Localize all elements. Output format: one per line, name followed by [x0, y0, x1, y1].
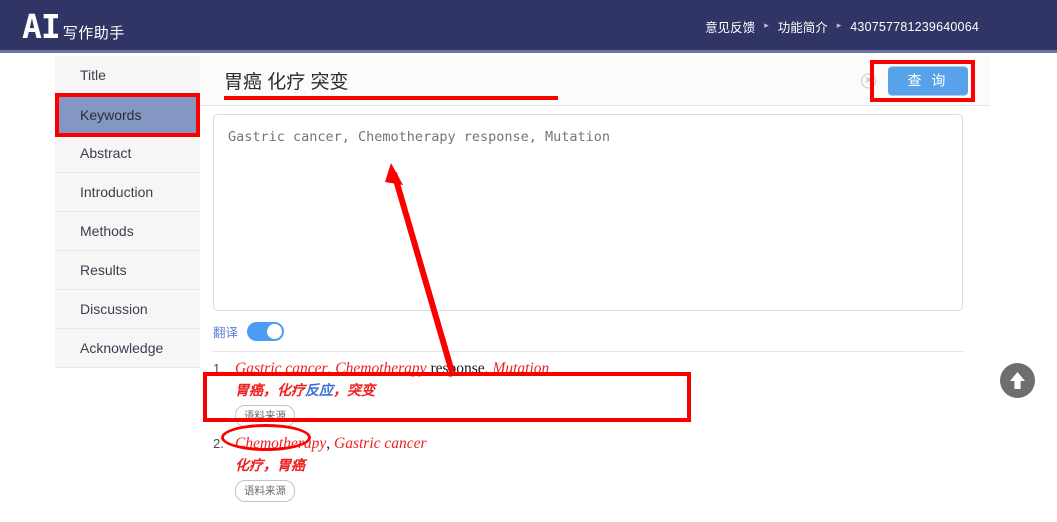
app-root: AI 写作助手 意见反馈 ▸ 功能简介 ▸ 430757781239640064…: [0, 0, 1057, 522]
sidebar-item-title[interactable]: Title: [55, 56, 200, 95]
result-term-highlight: Chemotherapy: [235, 435, 327, 452]
sidebar-item-label: Keywords: [80, 106, 142, 123]
query-button[interactable]: 查 询: [888, 66, 968, 95]
result-cn-part: 胃癌，化疗: [235, 384, 305, 399]
result-english-text: Chemotherapy, Gastric cancer: [235, 435, 427, 453]
result-term-highlight: Gastric cancer: [334, 435, 427, 452]
sidebar-item-label: Abstract: [80, 145, 132, 161]
result-english-line: 2. Chemotherapy, Gastric cancer: [213, 435, 990, 453]
brand-logo: AI 写作助手: [0, 10, 125, 43]
sidebar-item-introduction[interactable]: Introduction: [55, 173, 200, 212]
result-english-text: Gastric cancer, Chemotherapy response, M…: [235, 360, 549, 378]
result-sep: ,: [326, 435, 335, 452]
list-item[interactable]: 1. Gastric cancer, Chemotherapy response…: [213, 360, 990, 427]
close-circle-icon[interactable]: ✕: [861, 73, 876, 88]
brand-name-label: 写作助手: [62, 25, 125, 42]
sidebar-item-keywords[interactable]: Keywords: [55, 95, 200, 134]
section-divider: [213, 351, 963, 352]
sidebar-item-label: Results: [80, 262, 127, 278]
result-term-highlight: Mutation: [492, 360, 550, 377]
header-nav: 意见反馈 ▸ 功能简介 ▸ 430757781239640064: [705, 17, 1057, 36]
keywords-textarea[interactable]: [213, 114, 963, 311]
sidebar-item-label: Acknowledge: [80, 340, 164, 356]
sidebar-item-label: Discussion: [80, 301, 148, 317]
search-bar: ✕ 查 询: [200, 56, 990, 106]
app-header: AI 写作助手 意见反馈 ▸ 功能简介 ▸ 430757781239640064: [0, 0, 1057, 53]
results-list: 1. Gastric cancer, Chemotherapy response…: [213, 360, 990, 502]
result-cn-part-blue: 反应: [305, 384, 333, 399]
result-chinese-text: 胃癌，化疗反应，突变: [235, 380, 990, 400]
result-english-line: 1. Gastric cancer, Chemotherapy response…: [213, 360, 990, 378]
toggle-knob: [267, 324, 283, 339]
sidebar-item-methods[interactable]: Methods: [55, 212, 200, 251]
main-pane: ✕ 查 询 翻译 1. Gastric cancer, Chemotherapy…: [200, 56, 990, 510]
sidebar-item-acknowledge[interactable]: Acknowledge: [55, 329, 200, 368]
arrow-up-icon: [1010, 372, 1025, 389]
translate-toggle[interactable]: [247, 322, 285, 341]
list-item[interactable]: 2. Chemotherapy, Gastric cancer 化疗，胃癌 语料…: [213, 435, 990, 502]
brand-ai-mark: AI: [22, 7, 61, 46]
sidebar-item-label: Introduction: [80, 184, 154, 200]
result-cn-part: ，突变: [333, 384, 375, 399]
sidebar-item-results[interactable]: Results: [55, 251, 200, 290]
result-term-highlight: Gastric cancer: [235, 360, 328, 377]
sidebar-item-abstract[interactable]: Abstract: [55, 134, 200, 173]
scroll-to-top-button[interactable]: [1000, 363, 1035, 398]
result-plain: response,: [426, 360, 493, 377]
sidebar-item-label: Title: [80, 67, 106, 83]
result-number: 2.: [213, 436, 224, 451]
source-pill-button[interactable]: 语料来源: [235, 480, 295, 502]
result-cn-part: 化疗，胃癌: [235, 459, 305, 474]
sidebar-item-discussion[interactable]: Discussion: [55, 290, 200, 329]
result-number: 1.: [213, 361, 224, 376]
account-id-label[interactable]: 430757781239640064: [850, 20, 979, 34]
nav-features[interactable]: 功能简介: [778, 17, 828, 36]
chevron-right-icon-2: ▸: [836, 20, 842, 30]
result-term-highlight: Chemotherapy: [335, 360, 427, 377]
sidebar-item-label: Methods: [80, 223, 134, 239]
chevron-right-icon-1: ▸: [764, 20, 769, 30]
source-pill-button[interactable]: 语料来源: [235, 405, 295, 427]
nav-feedback[interactable]: 意见反馈: [705, 17, 755, 36]
result-chinese-text: 化疗，胃癌: [235, 455, 990, 475]
search-input[interactable]: [224, 69, 824, 92]
section-sidebar: Title Keywords Abstract Introduction Met…: [55, 56, 200, 368]
translate-row: 翻译: [213, 322, 990, 341]
translate-label: 翻译: [213, 326, 239, 340]
